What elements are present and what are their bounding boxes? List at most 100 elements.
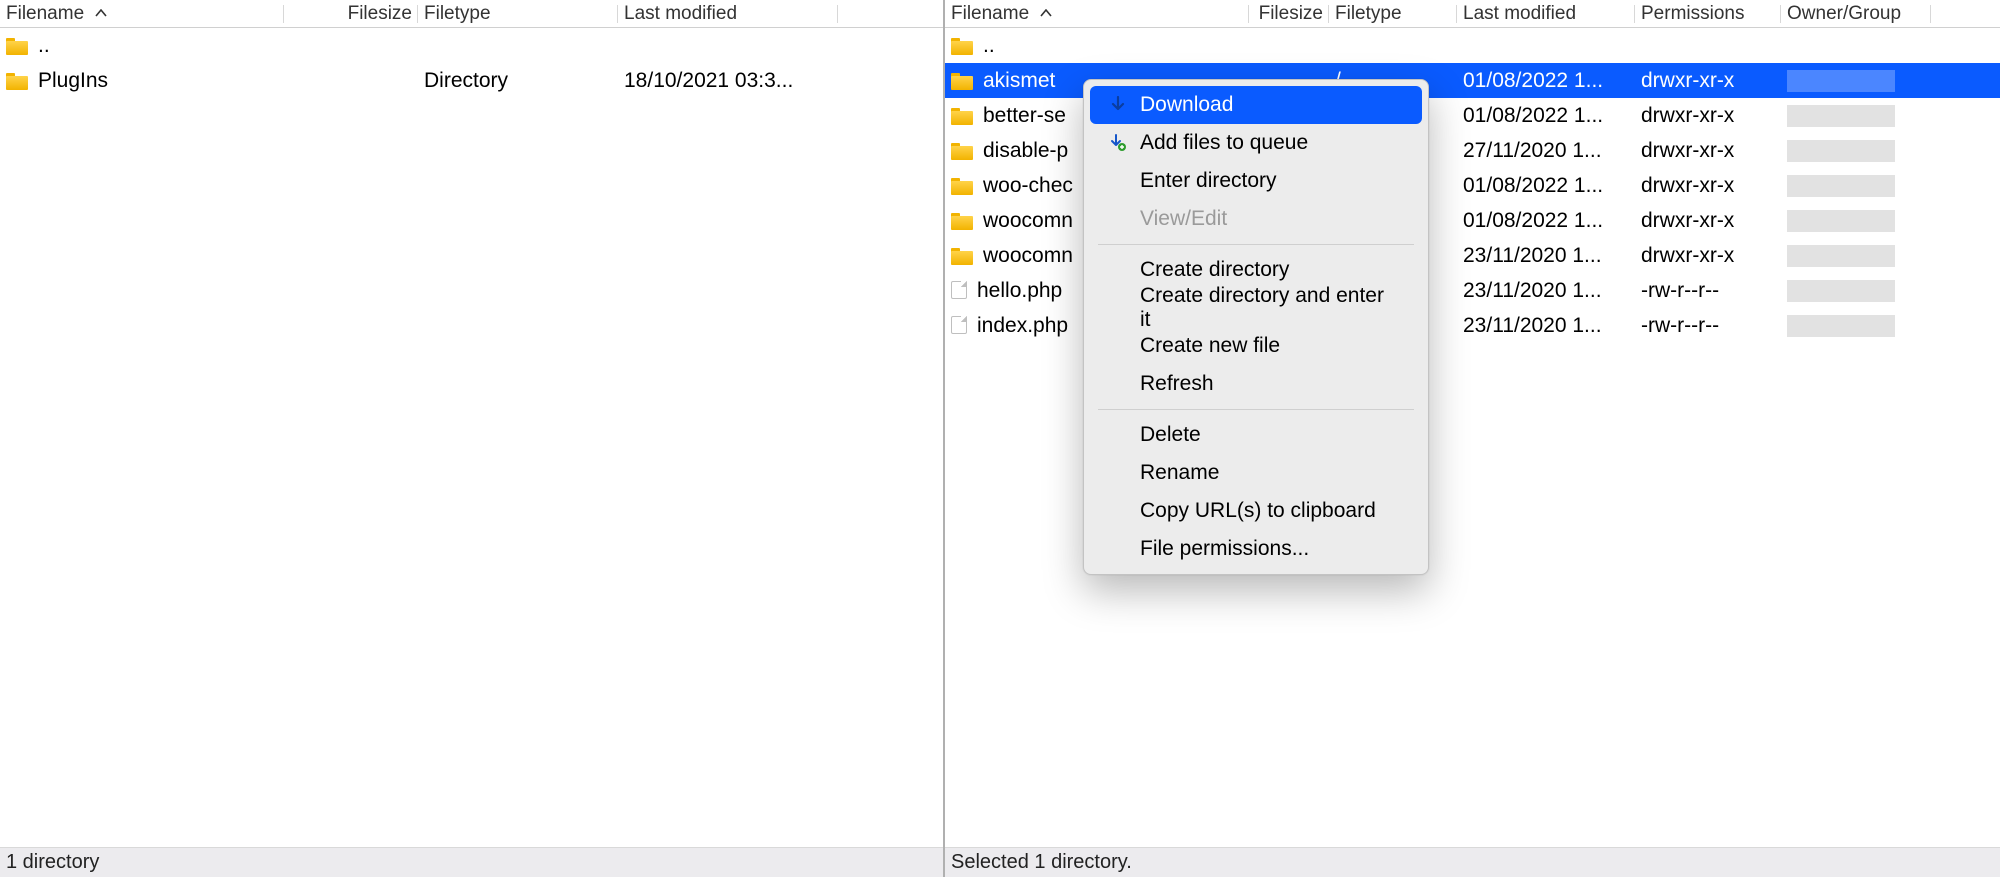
menu-file-permissions[interactable]: File permissions... xyxy=(1090,530,1422,568)
col-filesize[interactable]: Filesize xyxy=(1249,1,1329,27)
lastmod-text: 18/10/2021 03:3... xyxy=(618,69,838,93)
col-filetype[interactable]: Filetype xyxy=(418,1,618,27)
owner-cell xyxy=(1781,105,1931,127)
folder-icon xyxy=(951,141,973,159)
owner-cell xyxy=(1781,140,1931,162)
table-row[interactable]: .. xyxy=(945,28,2000,63)
local-statusbar: 1 directory xyxy=(0,847,943,877)
menu-create-directory-enter-label: Create directory and enter it xyxy=(1140,284,1400,332)
menu-file-permissions-label: File permissions... xyxy=(1140,537,1309,561)
file-icon xyxy=(951,281,967,299)
context-menu: Download Add files to queue Enter direct… xyxy=(1083,79,1429,575)
menu-rename[interactable]: Rename xyxy=(1090,454,1422,492)
col-filename-label: Filename xyxy=(6,3,84,24)
folder-icon xyxy=(6,36,28,54)
filename-text: hello.php xyxy=(977,279,1062,302)
remote-statusbar: Selected 1 directory. xyxy=(945,847,2000,877)
col-filename[interactable]: Filename xyxy=(0,1,284,27)
owner-redacted xyxy=(1787,70,1895,92)
owner-redacted xyxy=(1787,175,1895,197)
table-row[interactable]: PlugIns Directory18/10/2021 03:3... xyxy=(0,63,943,98)
filename-text: .. xyxy=(983,34,995,57)
owner-cell xyxy=(1781,280,1931,302)
lastmod-text: 23/11/2020 1... xyxy=(1457,244,1635,268)
owner-redacted xyxy=(1787,245,1895,267)
local-file-list[interactable]: .. PlugIns Directory18/10/2021 03:3... xyxy=(0,28,943,847)
owner-cell xyxy=(1781,175,1931,197)
download-add-icon xyxy=(1108,134,1128,152)
menu-separator xyxy=(1098,409,1414,410)
menu-create-file-label: Create new file xyxy=(1140,334,1280,358)
col-owner[interactable]: Owner/Group xyxy=(1781,1,1931,27)
local-status-text: 1 directory xyxy=(6,851,99,874)
download-icon xyxy=(1108,96,1128,114)
menu-download[interactable]: Download xyxy=(1090,86,1422,124)
menu-rename-label: Rename xyxy=(1140,461,1219,485)
col-filename-label: Filename xyxy=(951,3,1029,24)
remote-status-text: Selected 1 directory. xyxy=(951,851,1132,874)
filetype-text: Directory xyxy=(418,69,618,93)
owner-cell xyxy=(1781,70,1931,92)
menu-refresh-label: Refresh xyxy=(1140,372,1214,396)
lastmod-text: 23/11/2020 1... xyxy=(1457,279,1635,303)
table-row[interactable]: .. xyxy=(0,28,943,63)
col-lastmod[interactable]: Last modified xyxy=(618,1,838,27)
menu-enter-directory[interactable]: Enter directory xyxy=(1090,162,1422,200)
folder-icon xyxy=(951,246,973,264)
permissions-text: drwxr-xr-x xyxy=(1635,174,1781,198)
menu-view-edit: View/Edit xyxy=(1090,200,1422,238)
filename-text: PlugIns xyxy=(38,69,108,92)
remote-headers: Filename Filesize Filetype Last modified… xyxy=(945,0,2000,28)
file-icon xyxy=(951,316,967,334)
folder-icon xyxy=(951,106,973,124)
menu-separator xyxy=(1098,244,1414,245)
menu-add-queue[interactable]: Add files to queue xyxy=(1090,124,1422,162)
owner-redacted xyxy=(1787,105,1895,127)
menu-view-edit-label: View/Edit xyxy=(1140,207,1227,231)
lastmod-text: 23/11/2020 1... xyxy=(1457,314,1635,338)
filename-text: woocomn xyxy=(983,244,1073,267)
menu-refresh[interactable]: Refresh xyxy=(1090,365,1422,403)
menu-download-label: Download xyxy=(1140,93,1233,117)
owner-redacted xyxy=(1787,280,1895,302)
menu-create-file[interactable]: Create new file xyxy=(1090,327,1422,365)
lastmod-text: 01/08/2022 1... xyxy=(1457,209,1635,233)
permissions-text: drwxr-xr-x xyxy=(1635,209,1781,233)
lastmod-text: 27/11/2020 1... xyxy=(1457,139,1635,163)
filename-text: woocomn xyxy=(983,209,1073,232)
permissions-text: -rw-r--r-- xyxy=(1635,279,1781,303)
filename-text: akismet xyxy=(983,69,1055,92)
lastmod-text: 01/08/2022 1... xyxy=(1457,174,1635,198)
owner-redacted xyxy=(1787,315,1895,337)
filename-text: better-se xyxy=(983,104,1066,127)
filename-text: disable-p xyxy=(983,139,1068,162)
sort-asc-icon xyxy=(95,9,107,17)
permissions-text: drwxr-xr-x xyxy=(1635,139,1781,163)
col-permissions[interactable]: Permissions xyxy=(1635,1,1781,27)
menu-create-directory-enter[interactable]: Create directory and enter it xyxy=(1090,289,1422,327)
col-filename[interactable]: Filename xyxy=(945,1,1249,27)
menu-copy-url[interactable]: Copy URL(s) to clipboard xyxy=(1090,492,1422,530)
folder-icon xyxy=(951,176,973,194)
filename-text: .. xyxy=(38,34,50,57)
menu-copy-url-label: Copy URL(s) to clipboard xyxy=(1140,499,1376,523)
local-headers: Filename Filesize Filetype Last modified xyxy=(0,0,943,28)
sort-asc-icon xyxy=(1040,9,1052,17)
permissions-text: drwxr-xr-x xyxy=(1635,69,1781,93)
menu-delete[interactable]: Delete xyxy=(1090,416,1422,454)
permissions-text: drwxr-xr-x xyxy=(1635,244,1781,268)
filename-text: woo-chec xyxy=(983,174,1073,197)
menu-add-queue-label: Add files to queue xyxy=(1140,131,1308,155)
owner-redacted xyxy=(1787,210,1895,232)
col-lastmod[interactable]: Last modified xyxy=(1457,1,1635,27)
permissions-text: drwxr-xr-x xyxy=(1635,104,1781,128)
local-pane: Filename Filesize Filetype Last modified… xyxy=(0,0,945,877)
owner-cell xyxy=(1781,315,1931,337)
col-filetype[interactable]: Filetype xyxy=(1329,1,1457,27)
lastmod-text: 01/08/2022 1... xyxy=(1457,104,1635,128)
col-filesize[interactable]: Filesize xyxy=(284,1,418,27)
menu-create-directory-label: Create directory xyxy=(1140,258,1289,282)
owner-cell xyxy=(1781,245,1931,267)
lastmod-text: 01/08/2022 1... xyxy=(1457,69,1635,93)
permissions-text: -rw-r--r-- xyxy=(1635,314,1781,338)
